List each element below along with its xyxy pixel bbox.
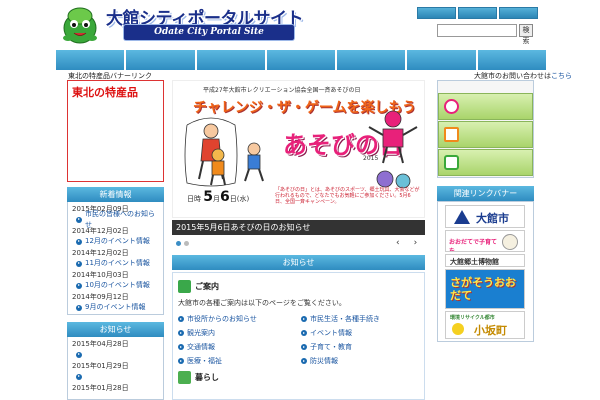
robot-illustration	[368, 110, 418, 164]
search-button[interactable]: 検索	[519, 24, 533, 45]
crest-icon	[454, 210, 470, 224]
quick-link-button-2[interactable]	[438, 121, 533, 148]
screen-icon	[444, 155, 459, 170]
notice-date: 2015年01月29日	[72, 362, 129, 370]
chevron-right-icon	[178, 330, 184, 336]
tohoku-specialty-banner[interactable]: 東北の特産品	[67, 80, 164, 182]
top-button-3[interactable]	[499, 7, 538, 19]
slider-dot[interactable]	[176, 241, 181, 246]
chevron-right-icon	[178, 344, 184, 350]
news-date: 2014年12月02日	[72, 249, 129, 257]
chevron-right-icon	[76, 351, 82, 358]
museum-banner[interactable]: 大館郷土博物館	[445, 254, 525, 267]
info-link[interactable]: 市役所からのお知らせ	[178, 314, 257, 324]
top-button-1[interactable]	[417, 7, 456, 19]
news-date: 2014年10月03日	[72, 271, 129, 279]
news-section-title: 新着情報	[67, 187, 164, 202]
notice-date: 2015年04月28日	[72, 340, 129, 348]
chevron-right-icon	[301, 330, 307, 336]
chevron-right-icon[interactable]: ›	[414, 238, 418, 248]
info-link[interactable]: 医療・福祉	[178, 356, 222, 366]
info-link[interactable]: 防災情報	[301, 356, 338, 366]
leaf-icon	[178, 371, 191, 384]
section-heading: 暮らし	[195, 373, 219, 382]
slider-arrows: ‹ ›	[396, 238, 417, 248]
info-link[interactable]: イベント情報	[301, 328, 352, 338]
nav-item-1[interactable]	[56, 50, 125, 70]
top-utility-buttons	[417, 7, 538, 19]
event-banner[interactable]: 平成27年大館市レクリエーション協会全国一斉あそびの日 チャレンジ・ザ・ゲームを…	[172, 80, 425, 218]
chevron-right-icon	[178, 358, 184, 364]
news-link[interactable]: 12月のイベント情報	[68, 236, 163, 247]
tohoku-specialty-title: 東北の特産品	[72, 86, 138, 99]
sagasou-odate-banner[interactable]: さがそうおおだて	[445, 269, 525, 309]
mascot-icon[interactable]	[58, 2, 102, 46]
banner-event-date: 日時 5月6日(水)	[187, 189, 250, 205]
slider-caption[interactable]: 2015年5月6日あそびの日のお知らせ	[172, 220, 425, 235]
childcare-banner[interactable]: おおだてで子育てを	[445, 230, 525, 252]
news-link[interactable]: 11月のイベント情報	[68, 258, 163, 269]
info-link[interactable]: 観光案内	[178, 328, 215, 338]
chevron-right-icon	[76, 304, 82, 311]
child-illustration	[244, 142, 264, 182]
chevron-right-icon	[76, 373, 82, 380]
slider-dot[interactable]	[184, 241, 189, 246]
news-date: 2014年09月12日	[72, 293, 129, 301]
chevron-right-icon	[76, 260, 82, 267]
info-link[interactable]: 交通情報	[178, 342, 215, 352]
chevron-right-icon	[301, 316, 307, 322]
notice-content: ご案内 大館市の各種ご案内は以下のページをご覧ください。 市役所からのお知らせ …	[172, 272, 425, 400]
star-icon	[444, 99, 459, 114]
recycle-icon	[178, 280, 191, 293]
odate-city-banner[interactable]: 大館市	[445, 205, 525, 228]
top-button-2[interactable]	[458, 7, 497, 19]
nav-item-7[interactable]	[477, 50, 546, 70]
section-description: 大館市の各種ご案内は以下のページをご覧ください。	[178, 299, 346, 307]
site-logo-subtitle[interactable]: Odate City Portal Site	[124, 25, 294, 40]
quick-link-button-3[interactable]	[438, 149, 533, 176]
child-illustration	[210, 148, 226, 186]
search-input[interactable]	[437, 24, 517, 37]
notice-link[interactable]	[68, 349, 163, 360]
nav-item-3[interactable]	[196, 50, 265, 70]
notice-link[interactable]	[68, 371, 163, 382]
chevron-right-icon	[76, 216, 82, 223]
chevron-right-icon	[178, 316, 184, 322]
main-nav	[56, 50, 546, 70]
section-heading: ご案内	[195, 282, 219, 291]
site-header: 大館シティポータルサイト Odate City Portal Site 検索	[0, 0, 600, 48]
news-link[interactable]: 9月のイベント情報	[68, 302, 163, 313]
book-icon	[444, 127, 459, 142]
banner-description: 「あそびの日」とは、あそびのスポーツ、郷土玩具、大会などが行われるもので、どなた…	[275, 187, 420, 205]
chevron-right-icon	[76, 238, 82, 245]
chevron-right-icon	[301, 358, 307, 364]
related-links-title: 関連リンクバナー	[437, 186, 534, 201]
news-link[interactable]: 10月のイベント情報	[68, 280, 163, 291]
notice-title: お知らせ	[172, 255, 425, 270]
news-link[interactable]: 市民の皆様へのお知らせ	[68, 210, 163, 229]
contact-link[interactable]: こちら	[551, 72, 572, 80]
slider-dots	[176, 241, 189, 246]
notice-list: 2015年04月28日 2015年01月29日 2015年01月28日	[67, 337, 164, 400]
nav-item-5[interactable]	[337, 50, 406, 70]
info-link[interactable]: 市民生活・各種手続き	[301, 314, 380, 324]
nav-item-6[interactable]	[407, 50, 476, 70]
cat-icon	[502, 234, 518, 250]
kosaka-banner[interactable]: 環境リサイクル都市 小坂町	[445, 311, 525, 339]
notice-section-title: お知らせ	[67, 322, 164, 337]
quick-link-button-1[interactable]	[438, 93, 533, 120]
chevron-right-icon	[76, 282, 82, 289]
nav-item-4[interactable]	[266, 50, 336, 70]
sun-icon	[452, 323, 464, 335]
info-link[interactable]: 子育て・教育	[301, 342, 352, 352]
notice-date: 2015年01月28日	[72, 384, 129, 392]
news-list: 2015年02月09日 市民の皆様へのお知らせ 2014年12月02日 12月の…	[67, 202, 164, 315]
chevron-right-icon	[301, 344, 307, 350]
chevron-left-icon[interactable]: ‹	[396, 238, 400, 248]
banner-caption: 平成27年大館市レクリエーション協会全国一斉あそびの日	[203, 87, 361, 94]
nav-item-2[interactable]	[126, 50, 195, 70]
